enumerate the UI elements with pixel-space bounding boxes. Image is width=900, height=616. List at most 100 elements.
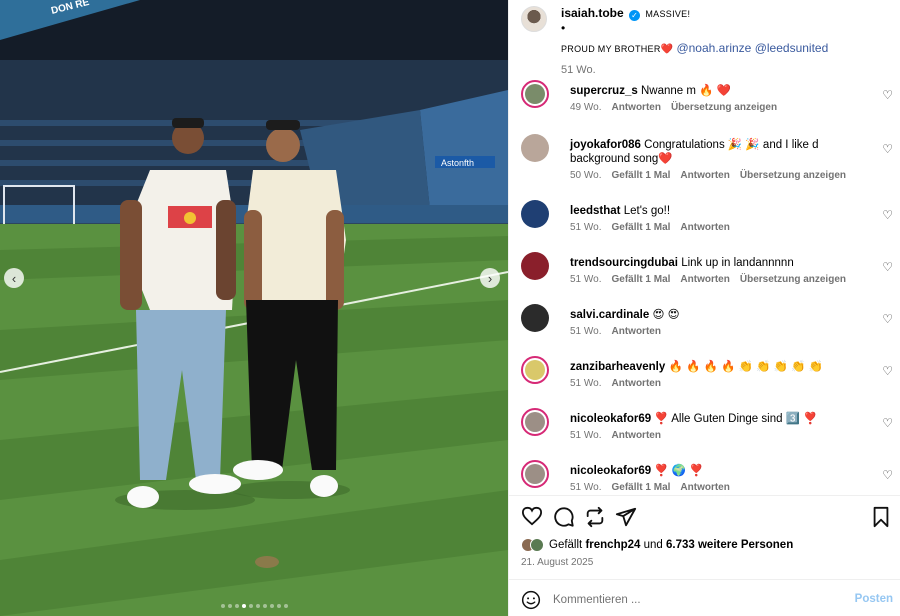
comment-time: 51 Wo. [570,274,602,285]
comment-text: trendsourcingdubai Link up in landannnnn [570,256,880,270]
comment-body: ❣️ 🌍 ❣️ [654,465,704,477]
action-bar [521,506,891,528]
avatar[interactable] [521,6,547,32]
stadium-illustration: DON RE Astonfth [0,0,508,616]
reply-button[interactable]: Antworten [612,102,661,113]
likes-summary: Gefällt frenchp24 und 6.733 weitere Pers… [521,538,793,552]
comment-time: 51 Wo. [570,326,602,337]
comment-text: zanzibarheavenly 🔥 🔥 🔥 🔥 👏 👏 👏 👏 👏 [570,360,880,374]
heart-icon[interactable]: ♡ [882,416,893,430]
comment-body: Nwanne m 🔥 ❤️ [640,85,731,97]
bookmark-icon[interactable] [871,506,891,528]
comment-meta: 51 Wo. Gefällt 1 Mal Antworten [570,482,740,493]
carousel-dot [241,604,246,608]
likes-count[interactable]: 6.733 weitere Personen [666,539,793,551]
comment-likes[interactable]: Gefällt 1 Mal [612,274,671,285]
avatar[interactable] [521,200,549,228]
likes-user[interactable]: frenchp24 [585,539,640,551]
post-caption: isaiah.tobe ✓ MASSIVE! • PROUD MY BROTHE… [509,0,900,77]
comment-time: 50 Wo. [570,170,602,181]
chevron-left-icon[interactable]: ‹ [4,268,24,288]
share-icon[interactable] [615,506,637,528]
divider [509,495,900,496]
comment-username[interactable]: trendsourcingdubai [570,257,678,269]
comment-meta: 49 Wo. Antworten Übersetzung anzeigen [570,102,787,113]
comment-text: nicoleokafor69 ❣️ Alle Guten Dinge sind … [570,412,880,426]
avatar[interactable] [521,304,549,332]
heart-icon[interactable]: ♡ [882,312,893,326]
chevron-right-icon[interactable]: › [480,268,500,288]
avatar[interactable] [521,80,549,108]
avatar[interactable] [521,460,549,488]
heart-icon[interactable]: ♡ [882,142,893,156]
post-date: 21. August 2025 [521,557,594,568]
mention-link[interactable]: @noah.arinze [676,41,751,55]
comment-likes[interactable]: Gefällt 1 Mal [612,482,671,493]
comment-body: 🔥 🔥 🔥 🔥 👏 👏 👏 👏 👏 [668,361,823,373]
avatar[interactable] [521,408,549,436]
comment-username[interactable]: nicoleokafor69 [570,413,651,425]
reply-button[interactable]: Antworten [612,378,661,389]
carousel-dot [234,604,239,608]
comment-username[interactable]: joyokafor086 [570,139,641,151]
translate-button[interactable]: Übersetzung anzeigen [740,170,846,181]
repost-icon[interactable] [584,506,606,528]
comment-body: Let's go!! [623,205,671,217]
comment-input[interactable] [553,594,833,606]
heart-icon[interactable]: ♡ [882,208,893,222]
reply-button[interactable]: Antworten [680,274,729,285]
avatar[interactable] [521,252,549,280]
mention-link[interactable]: @leedsunited [755,41,829,55]
caption-username[interactable]: isaiah.tobe [561,6,624,20]
heart-icon[interactable] [521,506,543,526]
carousel-dot [248,604,253,608]
reply-button[interactable]: Antworten [612,430,661,441]
carousel-dot [262,604,267,608]
likes-mid: und [643,539,663,551]
heart-icon[interactable]: ♡ [882,364,893,378]
comment-meta: 51 Wo. Antworten [570,430,671,441]
carousel-dots [0,604,508,608]
divider [509,579,900,580]
comment-meta: 51 Wo. Gefällt 1 Mal Antworten Übersetzung … [570,274,856,285]
post-details-panel: isaiah.tobe ✓ MASSIVE! • PROUD MY BROTHE… [508,0,900,616]
caption-time: 51 Wo. [561,64,596,76]
comment-username[interactable]: nicoleokafor69 [570,465,651,477]
heart-emoji: ❤️ [660,44,674,55]
comment-text: supercruz_s Nwanne m 🔥 ❤️ [570,84,880,98]
verified-badge-icon: ✓ [629,10,641,21]
avatar[interactable] [521,356,549,384]
reply-button[interactable]: Antworten [612,326,661,337]
reply-button[interactable]: Antworten [680,170,729,181]
comment-username[interactable]: leedsthat [570,205,621,217]
comment-likes[interactable]: Gefällt 1 Mal [612,170,671,181]
comment-text: nicoleokafor69 ❣️ 🌍 ❣️ [570,464,880,478]
comment-icon[interactable] [553,506,575,528]
post-button[interactable]: Posten [855,593,893,605]
comment-text: joyokafor086 Congratulations 🎉 🎉 and I l… [570,138,880,166]
comment-meta: 51 Wo. Antworten [570,378,671,389]
comment-text: salvi.cardinale 😍 😍 [570,308,880,322]
reply-button[interactable]: Antworten [680,482,729,493]
comment-username[interactable]: supercruz_s [570,85,638,97]
carousel-dot [227,604,232,608]
comment-time: 51 Wo. [570,378,602,389]
heart-icon[interactable]: ♡ [882,88,893,102]
carousel-dot [269,604,274,608]
comment-body: 😍 😍 [652,309,680,321]
emoji-icon[interactable] [521,590,541,610]
translate-button[interactable]: Übersetzung anzeigen [671,102,777,113]
comment-username[interactable]: zanzibarheavenly [570,361,665,373]
heart-icon[interactable]: ♡ [882,260,893,274]
reply-button[interactable]: Antworten [680,222,729,233]
heart-icon[interactable]: ♡ [882,468,893,482]
caption-line1: MASSIVE! [645,9,691,19]
avatar[interactable] [521,134,549,162]
comment-likes[interactable]: Gefällt 1 Mal [612,222,671,233]
comment-username[interactable]: salvi.cardinale [570,309,649,321]
comment-time: 51 Wo. [570,482,602,493]
comment-time: 51 Wo. [570,430,602,441]
translate-button[interactable]: Übersetzung anzeigen [740,274,846,285]
comment-meta: 51 Wo. Antworten [570,326,671,337]
comment-time: 49 Wo. [570,102,602,113]
